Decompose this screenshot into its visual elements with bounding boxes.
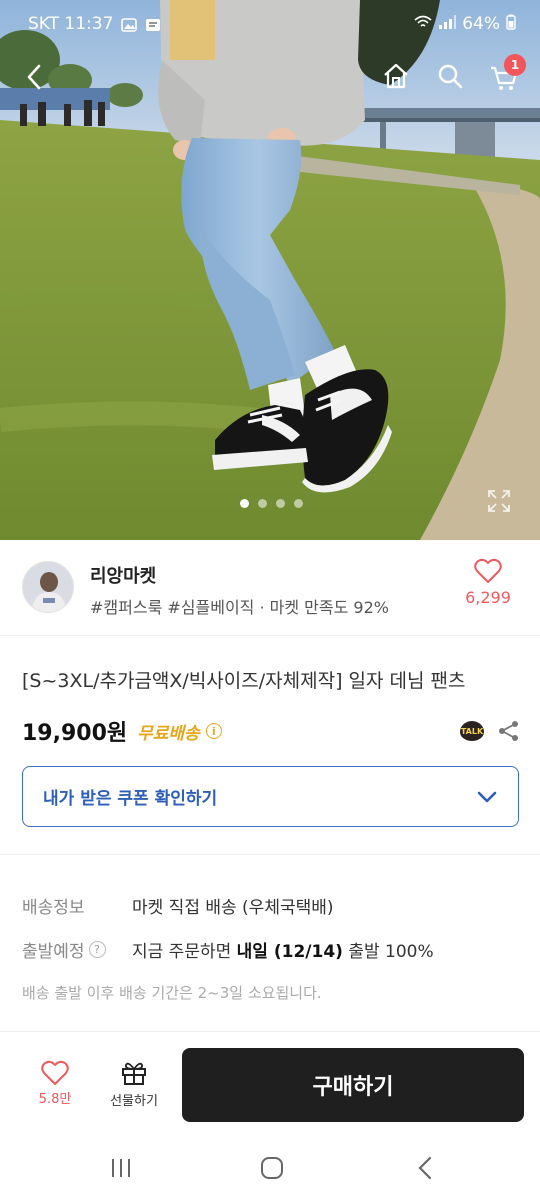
- recent-apps-button[interactable]: [106, 1155, 136, 1181]
- product-like-count: 5.8만: [38, 1092, 72, 1107]
- product-price: 19,900원: [22, 721, 128, 746]
- expand-icon: [488, 490, 510, 512]
- carrier-time: SKT 11:37: [28, 14, 114, 34]
- notification-icon: [145, 17, 161, 31]
- shop-tags-satisfaction: #캠퍼스룩 #심플베이직 · 마켓 만족도 92%: [90, 598, 389, 617]
- bottom-action-bar: 5.8만 선물하기 구매하기: [0, 1031, 540, 1131]
- gift-label: 선물하기: [110, 1094, 158, 1109]
- home-icon: [384, 63, 408, 89]
- carousel-dot[interactable]: [294, 499, 303, 508]
- back-system-button[interactable]: [410, 1155, 440, 1181]
- gallery-icon: [121, 17, 138, 32]
- product-title: [S~3XL/추가금액X/빅사이즈/자체제작] 일자 데님 팬츠: [22, 670, 466, 692]
- recent-apps-icon: [112, 1159, 130, 1177]
- chevron-left-icon: [27, 64, 41, 90]
- section-divider: [0, 854, 540, 855]
- home-button[interactable]: [376, 56, 416, 96]
- gift-icon: [122, 1062, 146, 1085]
- dispatch-suffix: 출발 100%: [342, 942, 434, 962]
- home-system-button[interactable]: [257, 1155, 287, 1181]
- free-shipping-label: 무료배송: [137, 723, 200, 744]
- price-row: 19,900원 무료배송 i TALK: [22, 716, 520, 746]
- system-navigation-bar: [0, 1135, 540, 1200]
- chevron-down-icon: [477, 791, 497, 802]
- home-circle-icon: [261, 1157, 283, 1179]
- heart-icon: [41, 1060, 69, 1085]
- buy-button[interactable]: 구매하기: [182, 1048, 524, 1122]
- dispatch-value: 지금 주문하면 내일 (12/14) 출발 100%: [132, 937, 434, 962]
- dispatch-prefix: 지금 주문하면: [132, 942, 237, 962]
- product-like-button[interactable]: 5.8만: [28, 1060, 82, 1107]
- signal-icon: [438, 14, 457, 34]
- search-icon: [438, 64, 463, 89]
- share-icon: [499, 721, 518, 741]
- shop-like-button[interactable]: 6,299: [458, 558, 518, 607]
- cart-button[interactable]: 1: [484, 54, 526, 98]
- carousel-dot[interactable]: [258, 499, 267, 508]
- status-bar: SKT 11:37 64%: [0, 0, 540, 48]
- dispatch-label: 출발예정: [22, 942, 85, 962]
- battery-icon: [506, 14, 516, 35]
- shipping-method-value: 마켓 직접 배송 (우체국택배): [132, 898, 334, 918]
- dispatch-key: 출발예정 ?: [22, 937, 132, 962]
- heart-icon: [474, 558, 502, 583]
- shipping-method-label: 배송정보: [22, 898, 85, 918]
- expand-photo-button[interactable]: [486, 488, 512, 514]
- gift-button[interactable]: 선물하기: [102, 1060, 166, 1109]
- shop-avatar[interactable]: [22, 561, 74, 613]
- cart-count-badge: 1: [504, 54, 526, 76]
- product-photo-carousel[interactable]: SKT 11:37 64% 1: [0, 0, 540, 540]
- shop-name[interactable]: 리앙마켓: [90, 562, 156, 588]
- coupon-check-button[interactable]: 내가 받은 쿠폰 확인하기: [22, 766, 519, 827]
- dispatch-row: 출발예정 ? 지금 주문하면 내일 (12/14) 출발 100%: [22, 937, 434, 962]
- carousel-dot[interactable]: [276, 499, 285, 508]
- carousel-dot[interactable]: [240, 499, 249, 508]
- shop-like-count: 6,299: [465, 588, 511, 607]
- back-arrow-icon: [418, 1156, 432, 1180]
- kakaotalk-icon[interactable]: TALK: [460, 721, 484, 741]
- share-button[interactable]: [498, 720, 520, 742]
- battery-level: 64%: [462, 14, 500, 34]
- back-button[interactable]: [14, 57, 54, 97]
- search-button[interactable]: [430, 56, 470, 96]
- shop-info[interactable]: 리앙마켓 #캠퍼스룩 #심플베이직 · 마켓 만족도 92% 6,299: [0, 540, 540, 636]
- carousel-indicator: [240, 499, 303, 508]
- info-icon[interactable]: i: [205, 723, 222, 739]
- shipping-method-row: 배송정보 마켓 직접 배송 (우체국택배): [22, 893, 334, 918]
- help-icon[interactable]: ?: [88, 941, 106, 958]
- top-navigation: 1: [0, 52, 540, 102]
- dispatch-date: 내일 (12/14): [236, 942, 343, 962]
- wifi-icon: [414, 14, 432, 34]
- coupon-check-label: 내가 받은 쿠폰 확인하기: [43, 789, 218, 809]
- shipping-period-note: 배송 출발 이후 배송 기간은 2~3일 소요됩니다.: [22, 984, 322, 1002]
